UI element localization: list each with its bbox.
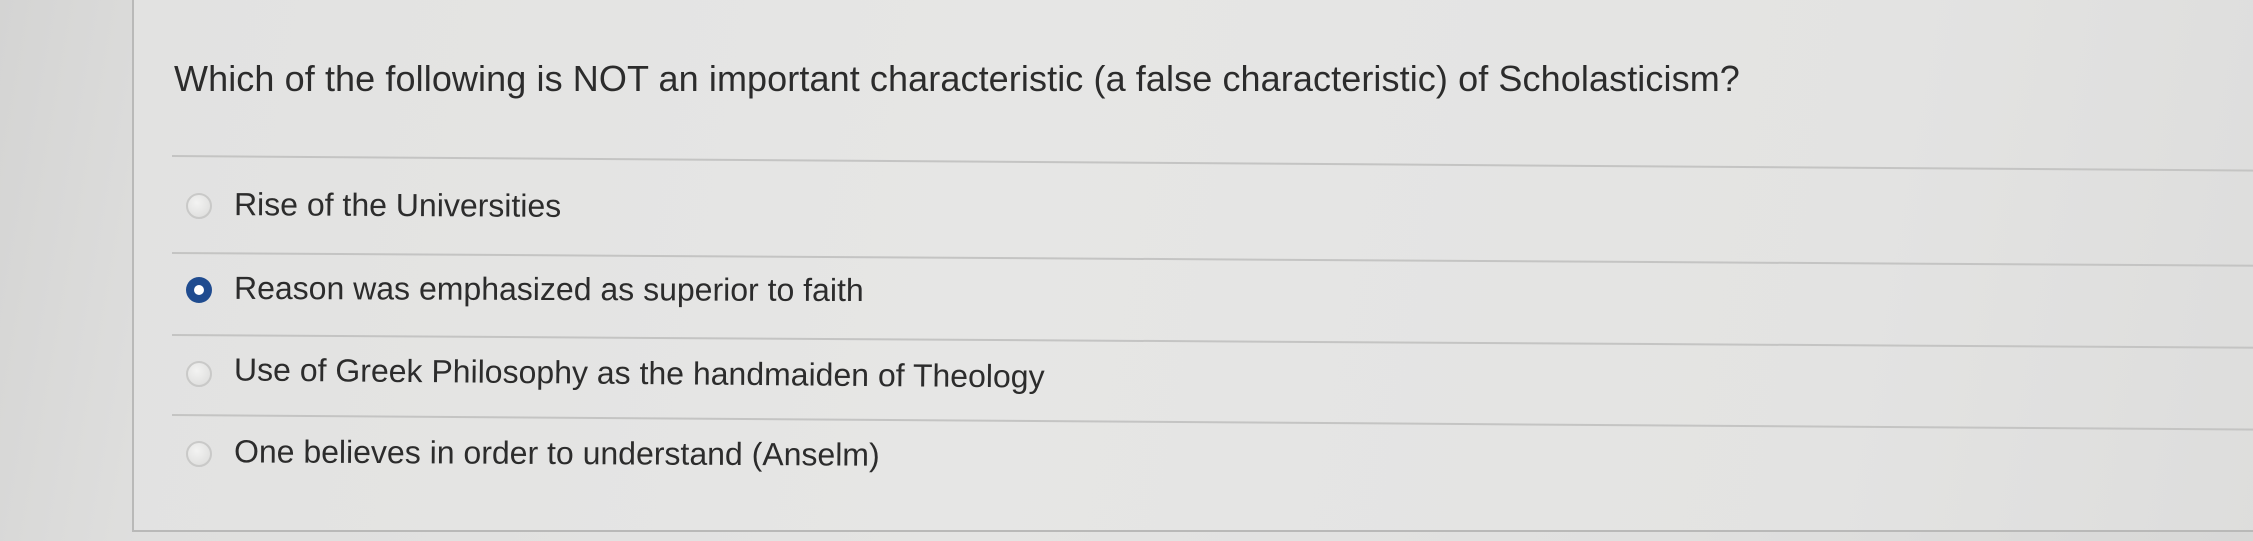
answer-option-label: Reason was emphasized as superior to fai… [233,269,864,309]
radio-unselected-icon[interactable] [186,192,212,219]
answer-option-label: Use of Greek Philosophy as the handmaide… [233,351,1045,395]
answer-option-2[interactable]: Reason was emphasized as superior to fai… [186,269,864,309]
question-text: Which of the following is NOT an importa… [174,58,1740,99]
radio-selected-icon[interactable] [186,276,212,303]
answer-option-1[interactable]: Rise of the Universities [186,186,562,224]
answer-option-label: Rise of the Universities [233,186,562,224]
screen-background: Which of the following is NOT an importa… [0,0,2253,541]
answer-option-3[interactable]: Use of Greek Philosophy as the handmaide… [186,351,1045,395]
radio-unselected-icon[interactable] [186,440,212,467]
radio-unselected-icon[interactable] [186,360,212,387]
answer-option-label: One believes in order to understand (Ans… [233,433,880,473]
answer-option-4[interactable]: One believes in order to understand (Ans… [186,433,880,473]
